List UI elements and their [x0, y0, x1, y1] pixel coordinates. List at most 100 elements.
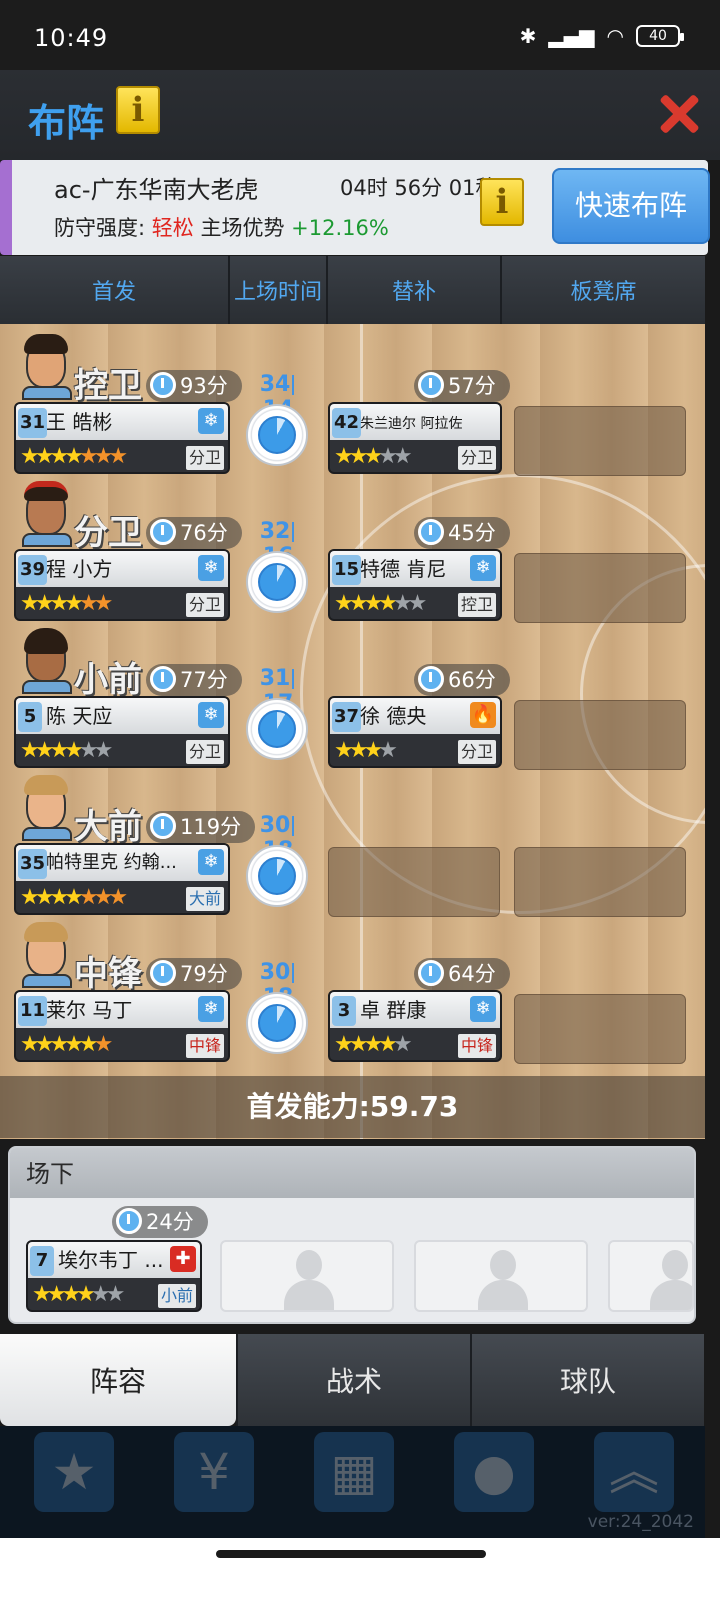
bench-slot[interactable]	[514, 994, 686, 1064]
jersey-number: 35	[18, 849, 48, 879]
clock-icon	[150, 813, 176, 839]
minutes-dial[interactable]	[246, 404, 308, 466]
column-starter: 首发	[0, 256, 230, 324]
bottom-tabs: 阵容 战术 球队	[0, 1334, 705, 1426]
star-rating: ★★★★★★	[334, 591, 427, 616]
minutes-dial[interactable]	[246, 698, 308, 760]
starter-card[interactable]: 11 莱尔 马丁 ❄ ★★★★★★ 中锋	[14, 990, 230, 1062]
player-silhouette-icon	[284, 1250, 334, 1310]
jersey-number: 3	[332, 996, 356, 1026]
column-bench: 板凳席	[570, 280, 637, 305]
player-name: 徐 德央	[360, 704, 427, 728]
position-label: 小前	[74, 660, 142, 700]
bench-slot[interactable]	[514, 700, 686, 770]
position-label: 分卫	[74, 513, 142, 553]
nav-ball: ●	[430, 1426, 550, 1536]
starter-minutes: 76分	[146, 517, 242, 549]
player-name: 王 皓彬	[46, 410, 113, 434]
column-headers: 首发 上场时间 替补 板凳席	[0, 256, 705, 324]
opponent-name: ac-广东华南大老虎	[54, 176, 259, 204]
player-name: 朱兰迪尔 阿拉佐	[360, 416, 463, 432]
tab-team[interactable]: 球队	[470, 1334, 704, 1426]
player-name: 特德 肯尼	[360, 557, 447, 581]
bench-slot[interactable]	[514, 406, 686, 476]
court: 控卫 93分 3414 57分 31 王 皓彬 ❄ ★★★★★★★ 分卫 42 …	[0, 324, 705, 1139]
empty-bench-slot[interactable]	[608, 1240, 694, 1312]
jersey-number: 15	[332, 555, 362, 585]
home-adv-value: +12.16%	[291, 216, 389, 240]
minutes-dial[interactable]	[246, 551, 308, 613]
snowflake-icon: ❄	[198, 996, 224, 1022]
sub-minutes: 64分	[414, 958, 510, 990]
quick-lineup-button[interactable]: 快速布阵	[552, 168, 710, 244]
nav-star: ★	[10, 1426, 130, 1536]
position-label: 大前	[74, 807, 142, 847]
close-icon[interactable]	[658, 92, 700, 134]
column-playtime: 上场时间	[230, 256, 328, 324]
starter-card[interactable]: 39 程 小方 ❄ ★★★★★★ 分卫	[14, 549, 230, 621]
bench-slot[interactable]	[514, 847, 686, 917]
bench-slot[interactable]	[514, 553, 686, 623]
jersey-number: 11	[18, 996, 48, 1026]
star-rating: ★★★★★★★	[20, 444, 128, 469]
sub-card[interactable]: 42 朱兰迪尔 阿拉佐 ★★★★★ 分卫	[328, 402, 502, 474]
jersey-number: 31	[18, 408, 48, 438]
starter-minutes: 77分	[146, 664, 242, 696]
column-sub: 替补	[328, 256, 502, 324]
wifi-icon: ◠	[606, 24, 624, 48]
info-icon[interactable]: i	[116, 86, 160, 134]
jersey-number: 39	[18, 555, 48, 585]
minutes-dial[interactable]	[246, 992, 308, 1054]
star-rating: ★★★★★★	[20, 1032, 113, 1057]
star-rating: ★★★★★★	[32, 1282, 125, 1307]
player-silhouette-icon	[478, 1250, 528, 1310]
status-icons: ✱ ▂▄▆ ◠ 40	[519, 24, 684, 48]
clock-icon	[150, 372, 176, 398]
sub-card[interactable]: 15 特德 肯尼 ❄ ★★★★★★ 控卫	[328, 549, 502, 621]
bench-title: 场下	[10, 1148, 694, 1198]
starter-card[interactable]: 5 陈 天应 ❄ ★★★★★★ 分卫	[14, 696, 230, 768]
lineup-row-sf: 小前 77分 3117 66分 5 陈 天应 ❄ ★★★★★★ 分卫 37 徐 …	[0, 626, 705, 770]
sub-minutes: 45分	[414, 517, 510, 549]
player-name: 卓 群康	[360, 998, 427, 1022]
bluetooth-icon: ✱	[519, 24, 537, 48]
minutes-dial[interactable]	[246, 845, 308, 907]
yen-icon: ¥	[174, 1432, 254, 1512]
starter-minutes: 93分	[146, 370, 242, 402]
player-name: 帕特里克 约翰...	[46, 852, 177, 873]
jersey-number: 5	[18, 702, 42, 732]
home-indicator[interactable]	[216, 1550, 486, 1558]
player-role: 分卫	[185, 446, 224, 470]
star-rating: ★★★★★★	[20, 738, 113, 763]
sub-card[interactable]: 3 卓 群康 ❄ ★★★★★ 中锋	[328, 990, 502, 1062]
snowflake-icon: ❄	[198, 702, 224, 728]
sub-slot-empty[interactable]	[328, 847, 500, 917]
snowflake-icon: ❄	[470, 555, 496, 581]
star-icon: ★	[34, 1432, 114, 1512]
starter-card[interactable]: 31 王 皓彬 ❄ ★★★★★★★ 分卫	[14, 402, 230, 474]
tab-tactics[interactable]: 战术	[236, 1334, 470, 1426]
starter-card[interactable]: 35 帕特里克 约翰... ❄ ★★★★★★★ 大前	[14, 843, 230, 915]
sub-card[interactable]: 37 徐 德央 🔥 ★★★★ 分卫	[328, 696, 502, 768]
bench-minutes: 24分	[112, 1206, 208, 1238]
lineup-row-sg: 分卫 76分 3216 45分 39 程 小方 ❄ ★★★★★★ 分卫 15 特…	[0, 479, 705, 623]
jersey-number: 7	[30, 1246, 54, 1276]
defense-label: 防守强度:	[54, 216, 146, 240]
sub-minutes: 66分	[414, 664, 510, 696]
clock-icon	[418, 666, 444, 692]
snowflake-icon: ❄	[198, 849, 224, 875]
court-icon: ▦	[314, 1432, 394, 1512]
tab-lineup[interactable]: 阵容	[0, 1334, 236, 1426]
empty-bench-slot[interactable]	[220, 1240, 394, 1312]
defense-value: 轻松	[151, 216, 194, 240]
snowflake-icon: ❄	[470, 996, 496, 1022]
bench-player-card[interactable]: 7 埃尔韦丁 ... ✚ ★★★★★★ 小前	[26, 1240, 202, 1312]
opponent-info-icon[interactable]: i	[480, 178, 524, 226]
clock-icon	[116, 1208, 142, 1234]
home-adv-label: 主场优势	[200, 216, 285, 240]
page-title: 布阵	[28, 101, 105, 145]
nav-court: ▦	[290, 1426, 410, 1536]
jersey-number: 37	[332, 702, 362, 732]
empty-bench-slot[interactable]	[414, 1240, 588, 1312]
player-role: 控卫	[457, 593, 496, 617]
